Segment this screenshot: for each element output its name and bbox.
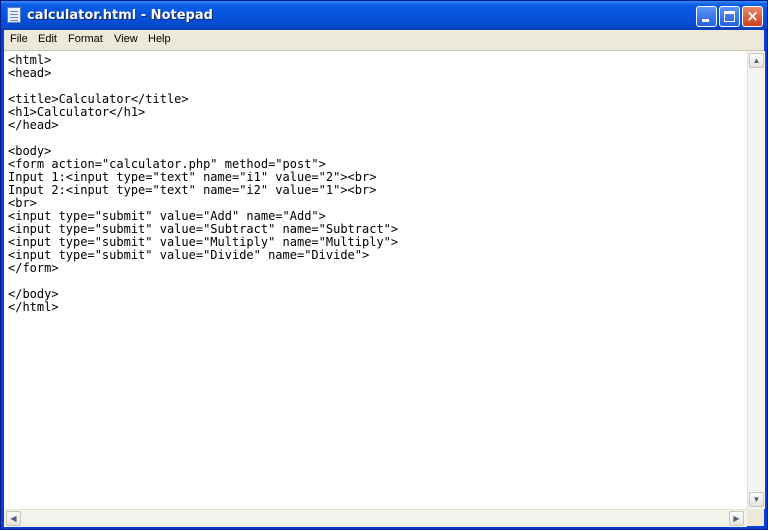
window-title: calculator.html - Notepad <box>27 8 213 23</box>
minimize-icon <box>702 19 709 22</box>
close-button[interactable]: × <box>742 6 763 27</box>
maximize-button[interactable] <box>719 6 740 27</box>
vertical-scrollbar[interactable]: ▲ ▼ <box>747 51 765 509</box>
scroll-down-icon[interactable]: ▼ <box>749 492 764 507</box>
menu-format[interactable]: Format <box>68 33 103 45</box>
menu-help[interactable]: Help <box>148 33 171 45</box>
scroll-left-icon[interactable]: ◀ <box>6 511 21 526</box>
close-icon: × <box>746 7 759 25</box>
horizontal-scrollbar[interactable]: ◀ ▶ <box>4 509 747 527</box>
menu-file[interactable]: File <box>10 33 28 45</box>
resize-grip[interactable] <box>747 509 764 526</box>
maximize-icon <box>724 11 735 22</box>
menu-edit[interactable]: Edit <box>38 33 57 45</box>
notepad-window: calculator.html - Notepad × File Edit Fo… <box>0 0 768 530</box>
menu-bar: File Edit Format View Help <box>4 30 764 51</box>
scroll-right-icon[interactable]: ▶ <box>729 511 744 526</box>
document-text[interactable]: <html> <head> <title>Calculator</title> … <box>8 54 398 314</box>
notepad-icon[interactable] <box>7 7 21 23</box>
scroll-up-icon[interactable]: ▲ <box>749 53 764 68</box>
menu-view[interactable]: View <box>114 33 138 45</box>
title-bar[interactable]: calculator.html - Notepad × <box>1 1 767 30</box>
minimize-button[interactable] <box>696 6 717 27</box>
text-editor-area[interactable]: <html> <head> <title>Calculator</title> … <box>4 51 747 509</box>
